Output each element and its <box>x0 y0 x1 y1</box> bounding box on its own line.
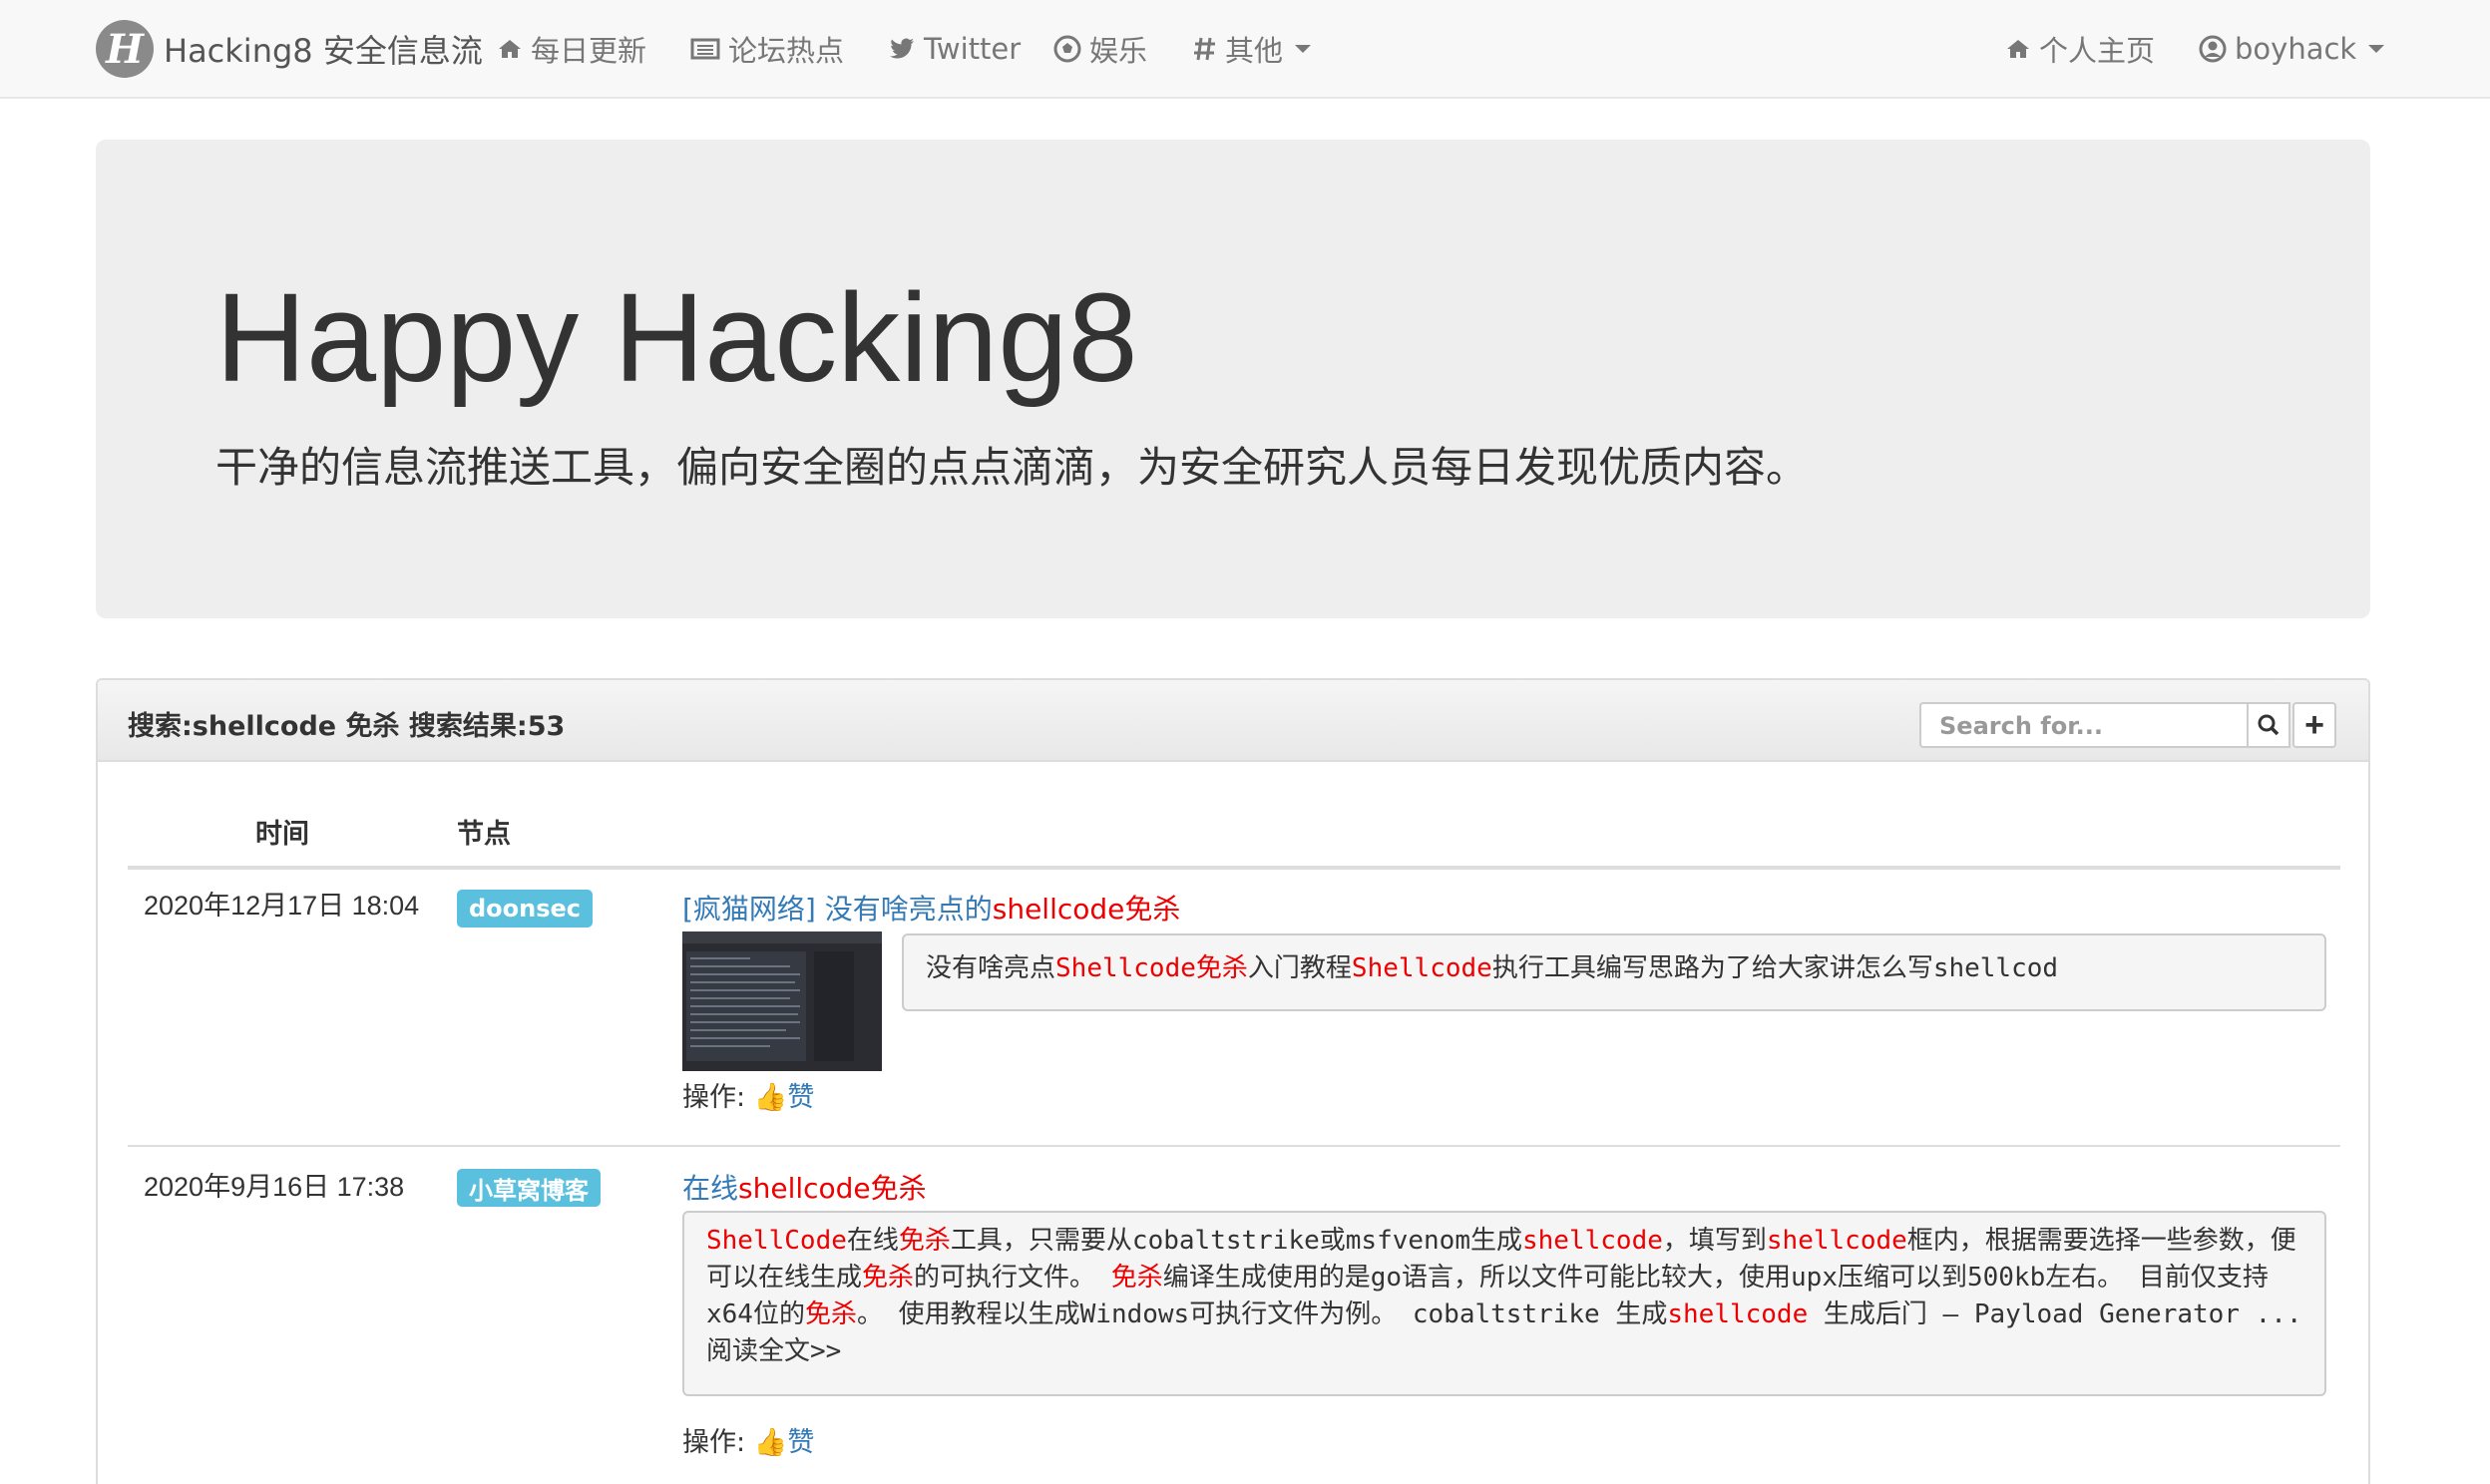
summary-text: 。 使用教程以生成Windows可执行文件为例。 cobaltstrike 生成 <box>856 1299 1668 1329</box>
nav-label: 个人主页 <box>2039 34 2156 68</box>
nav-label: 论坛热点 <box>728 34 845 68</box>
summary-highlight: 免杀 <box>804 1299 857 1329</box>
header-divider <box>128 866 2340 870</box>
caret-down-icon <box>2368 45 2385 53</box>
hashtag-icon <box>1194 37 1215 61</box>
jumbotron: Happy Hacking8 干净的信息流推送工具，偏向安全圈的点点滴滴，为安全… <box>96 140 2370 618</box>
navbar: H Hacking8 安全信息流 每日更新 论坛热点 Twitter 娱乐 其他… <box>0 0 2490 99</box>
title-highlight: shellcode <box>992 893 1125 926</box>
jumbotron-subtitle: 干净的信息流推送工具，偏向安全圈的点点滴滴，为安全研究人员每日发现优质内容。 <box>215 443 1809 492</box>
home-icon <box>2007 40 2029 58</box>
user-circle-icon <box>2199 35 2227 63</box>
thumbs-up-icon: 👍 <box>753 1082 788 1113</box>
summary-highlight: 免杀 <box>1110 1263 1163 1293</box>
terminal-screenshot-image <box>682 931 882 1071</box>
search-icon <box>2258 714 2280 736</box>
row-actions: 操作: 👍赞 <box>682 1420 814 1459</box>
article-summary: 没有啥亮点Shellcode免杀入门教程Shellcode执行工具编写思路为了给… <box>902 933 2326 1011</box>
thumbs-up-icon: 👍 <box>753 1427 788 1458</box>
summary-text: 执行工具编写思路为了给大家讲怎么写shellcod <box>1491 953 2059 983</box>
row-divider <box>128 1145 2340 1147</box>
summary-highlight: 免杀 <box>862 1263 915 1293</box>
nav-forum-hot[interactable]: 论坛热点 <box>690 26 844 72</box>
soccer-ball-icon <box>1053 35 1081 63</box>
column-header-time: 时间 <box>255 819 309 850</box>
summary-text: 的可执行文件。 <box>914 1263 1111 1293</box>
row-date: 2020年9月16日 17:38 <box>144 1172 405 1202</box>
brand-link[interactable]: H Hacking8 安全信息流 <box>96 20 483 78</box>
summary-highlight: shellcode <box>1766 1226 1907 1256</box>
summary-text: 在线 <box>846 1226 899 1256</box>
summary-highlight: Shellcode免杀 <box>1055 953 1248 983</box>
like-label: 赞 <box>787 1082 815 1113</box>
article-title-link[interactable]: 在线shellcode免杀 <box>682 1167 927 1207</box>
like-label: 赞 <box>787 1427 815 1458</box>
node-badge[interactable]: 小草窝博客 <box>457 1169 601 1207</box>
nav-label: 其他 <box>1225 34 1284 68</box>
nav-personal-home[interactable]: 个人主页 <box>2005 26 2155 72</box>
search-input[interactable]: Search for... <box>1919 702 2249 748</box>
row-date: 2020年12月17日 18:04 <box>144 891 420 921</box>
search-results-panel: 搜索:shellcode 免杀 搜索结果:53 Search for... + … <box>96 678 2370 1484</box>
summary-highlight: ShellCode <box>706 1226 847 1256</box>
article-title-link[interactable]: [疯猫网络] 没有啥亮点的shellcode免杀 <box>682 888 1180 928</box>
summary-highlight: shellcode <box>1522 1226 1663 1256</box>
summary-text: 生成后门 – Payload Generator ... <box>1808 1299 2302 1329</box>
like-button[interactable]: 👍赞 <box>754 1082 815 1113</box>
title-highlight: shellcode <box>738 1172 871 1205</box>
twitter-icon <box>890 38 914 59</box>
panel-heading: 搜索:shellcode 免杀 搜索结果:53 Search for... + <box>98 680 2368 762</box>
summary-text: ，填写到 <box>1662 1226 1767 1256</box>
summary-text: 入门教程 <box>1247 953 1352 983</box>
title-text: [疯猫网络] 没有啥亮点的 <box>682 893 993 926</box>
nav-twitter[interactable]: Twitter <box>890 26 1021 72</box>
logo: H <box>96 20 154 78</box>
add-button[interactable]: + <box>2292 702 2336 748</box>
article-thumbnail[interactable] <box>682 931 882 1071</box>
actions-label: 操作: <box>682 1427 754 1458</box>
nav-user-dropdown[interactable]: boyhack <box>2199 26 2385 72</box>
nav-entertainment[interactable]: 娱乐 <box>1053 26 1147 72</box>
article-summary: ShellCode在线免杀工具，只需要从cobaltstrike或msfveno… <box>682 1211 2326 1396</box>
brand-title: Hacking8 安全信息流 <box>164 32 483 70</box>
like-button[interactable]: 👍赞 <box>754 1427 815 1458</box>
search-button[interactable] <box>2247 702 2290 748</box>
nav-daily-updates[interactable]: 每日更新 <box>497 26 646 72</box>
read-more-link[interactable]: 阅读全文>> <box>706 1336 841 1366</box>
home-icon <box>499 40 521 58</box>
summary-highlight: Shellcode <box>1351 953 1492 983</box>
summary-text: 没有啥亮点 <box>926 953 1056 983</box>
caret-down-icon <box>1295 45 1312 53</box>
title-highlight: 免杀 <box>1124 893 1181 926</box>
actions-label: 操作: <box>682 1082 754 1113</box>
column-header-node: 节点 <box>457 819 511 850</box>
summary-highlight: 免杀 <box>898 1226 951 1256</box>
jumbotron-title: Happy Hacking8 <box>215 267 1138 408</box>
panel-title: 搜索:shellcode 免杀 搜索结果:53 <box>128 711 566 742</box>
nav-label: 娱乐 <box>1089 34 1148 68</box>
newspaper-icon <box>690 38 720 60</box>
summary-highlight: shellcode <box>1667 1299 1809 1329</box>
nav-label: boyhack <box>2235 32 2357 66</box>
nav-label: 每日更新 <box>531 34 647 68</box>
nav-label: Twitter <box>924 32 1022 66</box>
nav-other-dropdown[interactable]: 其他 <box>1193 26 1312 72</box>
summary-text: 工具，只需要从cobaltstrike或msfvenom生成 <box>950 1226 1522 1256</box>
title-text: 在线 <box>682 1172 739 1205</box>
row-actions: 操作: 👍赞 <box>682 1075 814 1114</box>
node-badge[interactable]: doonsec <box>457 890 594 928</box>
title-highlight: 免杀 <box>870 1172 927 1205</box>
